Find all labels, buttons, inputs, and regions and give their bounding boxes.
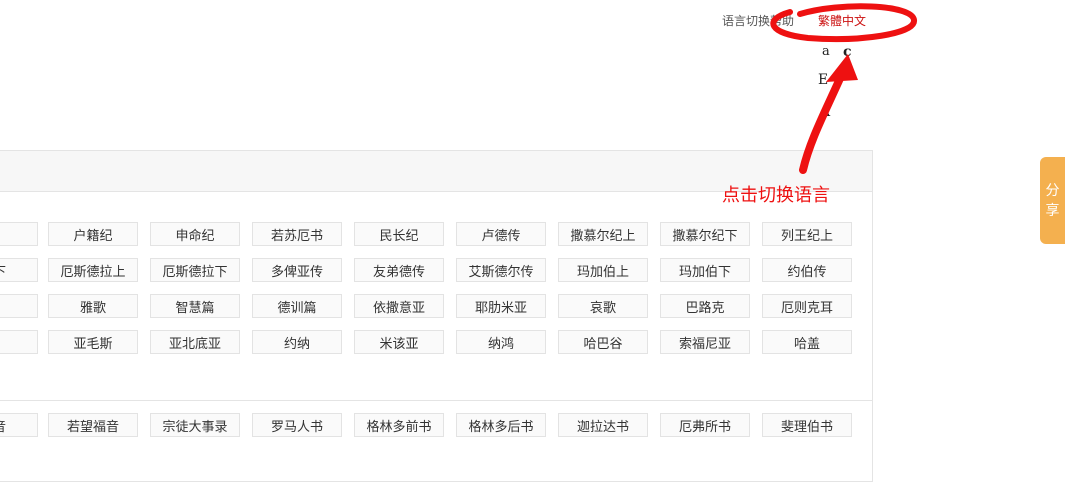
highlight-ellipse-icon bbox=[770, 3, 917, 43]
click-to-switch-annotation: 点击切换语言 bbox=[722, 185, 830, 206]
arrow-head-icon bbox=[826, 54, 858, 82]
arrow-shaft-icon bbox=[799, 70, 846, 174]
annotation-overlay bbox=[770, 3, 917, 174]
